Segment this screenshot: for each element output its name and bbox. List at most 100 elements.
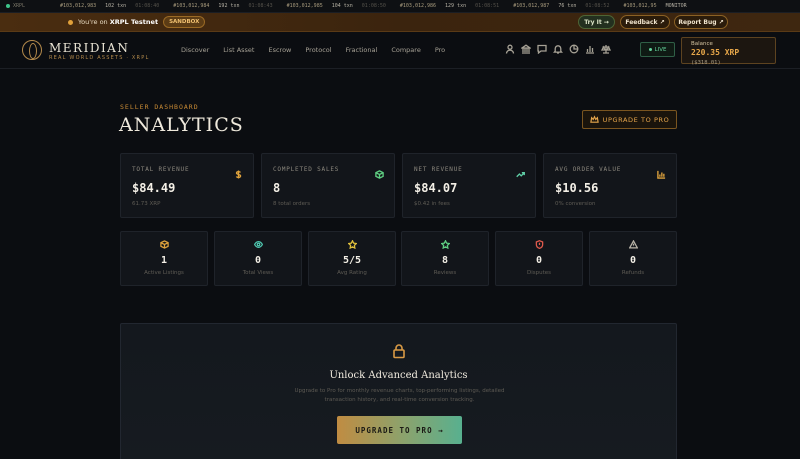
mini-card-active-listings: 1 Active Listings: [120, 231, 208, 286]
report-bug-button[interactable]: Report Bug ↗: [674, 15, 728, 29]
mini-value: 5/5: [342, 255, 362, 266]
balance-amount: 220.35 XRP: [691, 48, 740, 57]
bar-chart-icon: [657, 164, 666, 179]
wallet-balance[interactable]: Balance 220.35 XRP ($318.01): [681, 37, 776, 66]
nav-pro[interactable]: Pro: [435, 46, 445, 54]
warning-icon: [590, 240, 676, 249]
nav-list-asset[interactable]: List Asset: [223, 46, 254, 54]
mini-label: Total Views: [242, 270, 274, 276]
cube-icon: [121, 240, 207, 249]
stat-label: TOTAL REVENUE: [132, 166, 190, 173]
locked-analytics-panel: Unlock Advanced Analytics Upgrade to Pro…: [120, 323, 677, 459]
block-ticker: XRPL #103,012,983 102 txn 01:08:40 #103,01…: [0, 0, 800, 13]
warning-dot-icon: [68, 19, 73, 25]
mini-value: 1: [160, 255, 168, 266]
ticker-lead: XRPL: [0, 3, 60, 9]
upgrade-to-pro-button[interactable]: UPGRADE TO PRO: [582, 110, 677, 129]
feedback-button[interactable]: Feedback ↗: [620, 15, 670, 29]
bell-icon[interactable]: [553, 44, 563, 54]
balance-label: Balance: [691, 41, 713, 47]
bank-icon[interactable]: [521, 44, 531, 54]
mini-card-avg-rating: 5/5 Avg Rating: [308, 231, 396, 286]
testnet-banner: You're on XRPL Testnet SANDBOX Try It → …: [0, 13, 800, 32]
ticker-time: 01:08:52: [585, 3, 610, 9]
ticker-block: #103,012,985: [286, 3, 323, 9]
scale-icon[interactable]: [601, 44, 611, 54]
mini-value: 8: [441, 255, 449, 266]
stat-value: 8: [273, 181, 281, 195]
ticker-item: #103,012,985 104 txn 01:08:50: [287, 3, 386, 9]
ticker-block: #103,012,95: [623, 3, 657, 9]
ticker-block: #103,012,987: [513, 3, 550, 9]
stat-value: $84.07: [414, 181, 458, 195]
chat-icon[interactable]: [537, 44, 547, 54]
stat-label: AVG ORDER VALUE: [555, 166, 622, 173]
ticker-item: #103,012,983 102 txn 01:08:40: [60, 3, 159, 9]
stat-card-net-revenue: NET REVENUE $84.07 $0.42 in fees: [402, 153, 536, 218]
ticker-time: 01:08:43: [248, 3, 273, 9]
locked-title: Unlock Advanced Analytics: [329, 370, 468, 381]
ticker-time: 01:08:50: [361, 3, 386, 9]
try-it-button[interactable]: Try It →: [578, 15, 615, 29]
ticker-block: #103,012,984: [173, 3, 210, 9]
mini-value: 0: [629, 255, 637, 266]
page-title: ANALYTICS: [119, 114, 244, 136]
sandbox-badge: SANDBOX: [163, 16, 206, 28]
nav-protocol[interactable]: Protocol: [305, 46, 331, 54]
ticker-item: #103,012,987 76 txn 01:08:52: [513, 3, 609, 9]
upgrade-to-pro-cta-button[interactable]: UPGRADE TO PRO →: [337, 416, 462, 444]
nav-escrow[interactable]: Escrow: [268, 46, 291, 54]
stat-sub: 8 total orders: [273, 201, 311, 207]
stat-value: $10.56: [555, 181, 599, 195]
ticker-item: #103,012,984 192 txn 01:08:43: [173, 3, 272, 9]
mini-card-reviews: 8 Reviews: [401, 231, 489, 286]
lock-icon: [391, 343, 407, 363]
main-nav: Discover List Asset Escrow Protocol Frac…: [181, 46, 459, 54]
pie-chart-icon[interactable]: [569, 44, 579, 54]
stat-card-completed-sales: COMPLETED SALES 8 8 total orders: [261, 153, 395, 218]
ticker-txn: 104 txn: [331, 3, 353, 9]
ticker-time: 01:08:40: [135, 3, 160, 9]
live-dot-icon: [648, 48, 652, 51]
banner-text: You're on XRPL Testnet: [78, 18, 158, 26]
brand-name[interactable]: MERIDIAN: [49, 41, 129, 55]
stat-label: COMPLETED SALES: [273, 166, 340, 173]
upgrade-label: UPGRADE TO PRO: [602, 115, 670, 124]
nav-compare[interactable]: Compare: [391, 46, 421, 54]
live-label: LIVE: [654, 46, 667, 53]
ticker-txn: MONITOR: [665, 3, 687, 9]
mini-label: Refunds: [621, 270, 645, 276]
trend-up-icon: [516, 164, 525, 178]
balance-value: 220.35 XRP ($318.01): [691, 48, 766, 66]
crown-icon: [589, 115, 599, 123]
shield-icon: [496, 240, 582, 249]
nav-fractional[interactable]: Fractional: [346, 46, 378, 54]
ticker-txn: 129 txn: [445, 3, 467, 9]
stat-sub: 61.73 XRP: [132, 201, 161, 207]
ticker-txn: 102 txn: [105, 3, 127, 9]
mini-card-refunds: 0 Refunds: [589, 231, 677, 286]
banner-prefix: You're on: [78, 18, 108, 26]
status-dot-icon: [6, 4, 10, 8]
page-kicker: SELLER DASHBOARD: [120, 103, 199, 111]
stat-sub: $0.42 in fees: [414, 201, 450, 207]
stat-sub: 0% conversion: [555, 201, 596, 207]
ticker-time: 01:08:51: [475, 3, 500, 9]
mini-label: Avg Rating: [337, 270, 367, 276]
site-header: MERIDIAN REAL WORLD ASSETS · XRPL Discov…: [0, 33, 800, 69]
stat-label: NET REVENUE: [414, 166, 463, 173]
ticker-block: #103,012,986: [399, 3, 437, 9]
live-indicator[interactable]: LIVE: [640, 42, 675, 57]
nav-discover[interactable]: Discover: [181, 46, 209, 54]
ticker-block: #103,012,983: [60, 3, 97, 9]
ticker-txn: 76 txn: [558, 3, 577, 9]
bar-chart-icon[interactable]: [585, 44, 595, 54]
brand-tagline: REAL WORLD ASSETS · XRPL: [49, 55, 150, 61]
mini-value: 0: [535, 255, 543, 266]
meridian-logo-icon[interactable]: [22, 40, 42, 60]
mini-card-disputes: 0 Disputes: [495, 231, 583, 286]
ticker-item: #103,012,95 MONITOR: [623, 3, 686, 9]
user-icon[interactable]: [505, 44, 515, 54]
mini-label: Reviews: [433, 270, 457, 276]
dollar-icon: [234, 164, 243, 179]
